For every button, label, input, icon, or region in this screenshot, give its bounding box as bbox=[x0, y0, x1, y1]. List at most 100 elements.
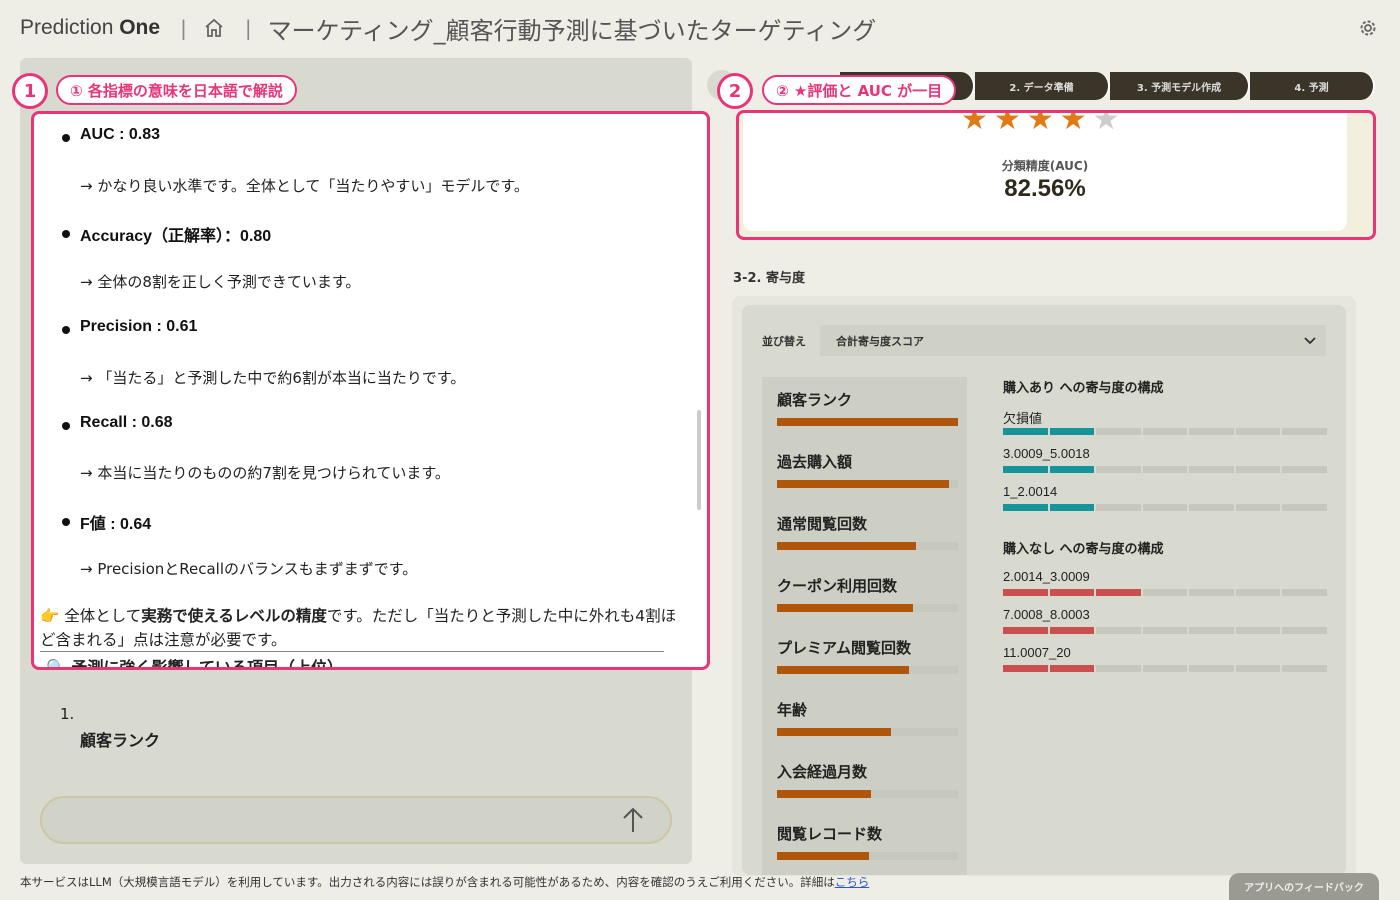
bar-segment bbox=[1189, 428, 1234, 435]
header-separator: | bbox=[180, 16, 187, 40]
composition-title: 購入あり への寄与度の構成 bbox=[1003, 381, 1164, 396]
metrics-explanation-box: AUC : 0.83 → かなり良い水準です。全体として「当たりやすい」モデルで… bbox=[31, 111, 710, 670]
feature-name[interactable]: 閲覧レコード数 bbox=[777, 823, 882, 844]
composition-bar bbox=[1003, 428, 1327, 435]
bar-segment-filled bbox=[1003, 504, 1048, 511]
metric-desc: → 本当に当たりのものの約7割を見つけられています。 bbox=[80, 464, 450, 482]
home-icon[interactable] bbox=[203, 18, 225, 38]
bar-segment-filled bbox=[1049, 589, 1094, 596]
bar-segment bbox=[1235, 428, 1280, 435]
composition-bar bbox=[1003, 466, 1327, 473]
section-title: 3-2. 寄与度 bbox=[733, 271, 805, 286]
app-header: Prediction One | | マーケティング_顧客行動予測に基づいたター… bbox=[0, 0, 1400, 56]
composition-label: 11.0007_20 bbox=[1003, 645, 1071, 660]
star-filled-icon: ★ bbox=[1026, 110, 1054, 137]
bar-segment-filled bbox=[1049, 466, 1094, 473]
bar-segment bbox=[1282, 428, 1327, 435]
bar-segment-filled bbox=[1049, 504, 1094, 511]
feature-name[interactable]: 顧客ランク bbox=[777, 389, 852, 410]
feature-bar bbox=[777, 790, 872, 798]
influence-heading: 🔍 予測に強く影響している項目（上位） bbox=[46, 658, 344, 670]
bar-segment bbox=[1142, 428, 1187, 435]
bar-segment bbox=[1189, 589, 1234, 596]
composition-title: 購入なし への寄与度の構成 bbox=[1003, 542, 1164, 557]
bullet bbox=[62, 326, 70, 334]
composition-bar bbox=[1003, 627, 1327, 634]
bar-segment-filled bbox=[1003, 627, 1048, 634]
bullet bbox=[62, 134, 70, 142]
list-item: 顧客ランク bbox=[80, 731, 161, 750]
bar-segment bbox=[1189, 627, 1234, 634]
bar-segment bbox=[1189, 504, 1234, 511]
callout-number-2: 2 bbox=[717, 73, 753, 109]
chat-input[interactable] bbox=[40, 796, 672, 844]
scrollbar[interactable] bbox=[697, 410, 701, 510]
step-4[interactable]: 4. 予測 bbox=[1250, 72, 1375, 100]
feature-bar-track bbox=[777, 542, 958, 550]
bar-segment bbox=[1096, 466, 1141, 473]
step-3[interactable]: 3. 予測モデル作成 bbox=[1110, 72, 1250, 100]
star-filled-icon: ★ bbox=[1059, 110, 1087, 137]
step-2[interactable]: 2. データ準備 bbox=[975, 72, 1110, 100]
app-logo[interactable]: Prediction One bbox=[20, 16, 160, 40]
feature-bar bbox=[777, 542, 917, 550]
star-rating: ★ ★ ★ ★ ★ bbox=[961, 110, 1120, 137]
composition-label: 7.0008_8.0003 bbox=[1003, 607, 1090, 622]
metric-name: F値 : 0.64 bbox=[80, 516, 152, 533]
feature-name[interactable]: 入会経過月数 bbox=[777, 761, 867, 782]
feature-name[interactable]: クーポン利用回数 bbox=[777, 575, 897, 596]
bar-segment-filled bbox=[1096, 589, 1141, 596]
list-number: 1. bbox=[60, 705, 75, 723]
gear-icon[interactable] bbox=[1358, 18, 1378, 38]
rating-auc-box: ★ ★ ★ ★ ★ 分類精度(AUC) 82.56% bbox=[736, 110, 1376, 240]
bar-segment-filled bbox=[1003, 466, 1048, 473]
auc-label: 分類精度(AUC) bbox=[1001, 159, 1089, 173]
feature-name[interactable]: 通常閲覧回数 bbox=[777, 513, 867, 534]
feature-name[interactable]: 過去購入額 bbox=[777, 451, 852, 472]
feature-bar bbox=[777, 666, 910, 674]
feature-name[interactable]: 年齢 bbox=[777, 699, 807, 720]
summary-text: 👉 全体として実務で使えるレベルの精度です。ただし「当たりと予測した中に外れも4… bbox=[40, 607, 677, 649]
bar-segment bbox=[1096, 504, 1141, 511]
feature-bar bbox=[777, 728, 892, 736]
bullet bbox=[62, 518, 70, 526]
bar-segment bbox=[1282, 665, 1327, 672]
feature-name[interactable]: プレミアム閲覧回数 bbox=[777, 637, 911, 658]
bar-segment bbox=[1282, 627, 1327, 634]
send-arrow-icon[interactable] bbox=[620, 806, 646, 834]
composition-bar bbox=[1003, 504, 1327, 511]
metric-desc: → かなり良い水準です。全体として「当たりやすい」モデルです。 bbox=[80, 177, 529, 195]
bar-segment-filled bbox=[1049, 428, 1094, 435]
feature-list: 顧客ランク過去購入額通常閲覧回数クーポン利用回数 プレミアム閲覧回数 年齢入会経過月… bbox=[762, 377, 967, 875]
point-icon: 👉 bbox=[40, 607, 60, 625]
sort-label: 並び替え bbox=[762, 335, 806, 348]
footer-disclaimer: 本サービスはLLM（大規模言語モデル）を利用しています。出力される内容には誤りが… bbox=[20, 875, 870, 889]
metric-name: Precision : 0.61 bbox=[80, 318, 198, 335]
star-filled-icon: ★ bbox=[961, 110, 988, 137]
footer-link[interactable]: こちら bbox=[835, 875, 870, 889]
feature-bar-track bbox=[777, 852, 958, 860]
feature-bar-track bbox=[777, 666, 958, 674]
bar-segment-filled bbox=[1003, 589, 1048, 596]
contribution-card: 並び替え 合計寄与度スコア 顧客ランク過去購入額通常閲覧回数クーポン利用回数 プレ… bbox=[742, 305, 1346, 875]
feature-bar bbox=[777, 480, 949, 488]
metric-desc: → PrecisionとRecallのバランスもまずまずです。 bbox=[80, 560, 418, 578]
composition-label: 3.0009_5.0018 bbox=[1003, 446, 1090, 461]
bar-segment bbox=[1142, 466, 1187, 473]
composition-label: 欠損値 bbox=[1003, 411, 1043, 426]
bar-segment bbox=[1282, 466, 1327, 473]
bar-segment bbox=[1235, 589, 1280, 596]
bar-segment-filled bbox=[1003, 665, 1048, 672]
sort-value: 合計寄与度スコア bbox=[836, 335, 924, 348]
sort-select[interactable]: 合計寄与度スコア bbox=[820, 325, 1326, 356]
rating-card: ★ ★ ★ ★ ★ 分類精度(AUC) 82.56% bbox=[743, 113, 1347, 231]
header-separator: | bbox=[244, 16, 252, 40]
callout-label-1: ① 各指標の意味を日本語で解説 bbox=[56, 75, 297, 105]
feedback-button[interactable]: アプリへのフィードバック bbox=[1229, 873, 1379, 900]
bar-segment bbox=[1282, 504, 1327, 511]
auc-value: 82.56% bbox=[1004, 175, 1086, 202]
metric-name: Recall : 0.68 bbox=[80, 414, 173, 431]
bar-segment bbox=[1235, 504, 1280, 511]
divider bbox=[40, 651, 664, 652]
bar-segment bbox=[1189, 665, 1234, 672]
